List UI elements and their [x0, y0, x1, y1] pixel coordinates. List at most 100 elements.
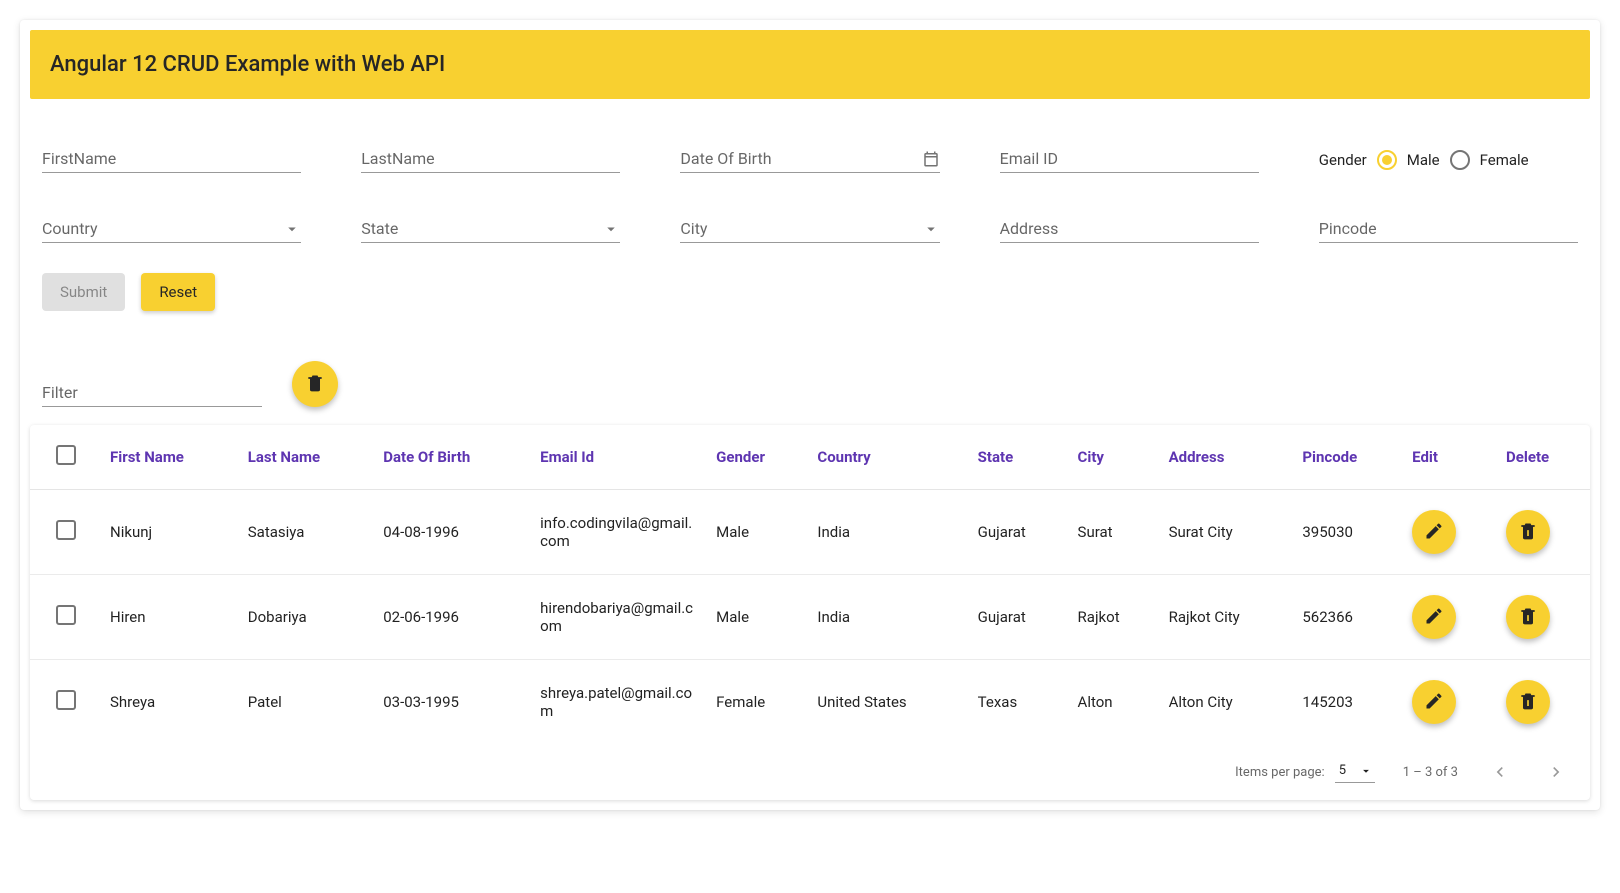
- city-select[interactable]: City: [680, 213, 939, 243]
- col-country[interactable]: Country: [807, 425, 967, 490]
- col-last-name[interactable]: Last Name: [238, 425, 373, 490]
- range-label: 1 – 3 of 3: [1403, 765, 1458, 780]
- dob-field[interactable]: Date Of Birth: [680, 143, 939, 173]
- col-dob[interactable]: Date Of Birth: [373, 425, 530, 490]
- gender-label: Gender: [1319, 151, 1367, 169]
- cell-first-name: Hiren: [100, 575, 238, 660]
- dob-label: Date Of Birth: [680, 149, 771, 168]
- email-field[interactable]: Email ID: [1000, 143, 1259, 173]
- chevron-down-icon: [283, 220, 301, 238]
- paginator: Items per page: 5 1 – 3 of 3: [30, 744, 1590, 800]
- cell-city: Alton: [1068, 660, 1159, 745]
- col-first-name[interactable]: First Name: [100, 425, 238, 490]
- cell-country: India: [807, 490, 967, 575]
- col-edit: Edit: [1402, 425, 1496, 490]
- page-size-section: Items per page: 5: [1235, 761, 1375, 783]
- cell-state: Gujarat: [968, 490, 1068, 575]
- select-all-checkbox[interactable]: [56, 445, 76, 465]
- edit-row-button[interactable]: [1412, 595, 1456, 639]
- country-label: Country: [42, 219, 98, 238]
- trash-icon: [1518, 521, 1538, 544]
- filter-label: Filter: [42, 383, 78, 402]
- header-bar: Angular 12 CRUD Example with Web API: [30, 30, 1590, 99]
- form-buttons: Submit Reset: [22, 263, 1598, 341]
- country-select[interactable]: Country: [42, 213, 301, 243]
- reset-button[interactable]: Reset: [141, 273, 215, 311]
- cell-address: Surat City: [1159, 490, 1293, 575]
- last-name-field[interactable]: LastName: [361, 143, 620, 173]
- submit-button: Submit: [42, 273, 125, 311]
- delete-row-button[interactable]: [1506, 680, 1550, 724]
- cell-pincode: 145203: [1292, 660, 1402, 745]
- pincode-field[interactable]: Pincode: [1319, 213, 1578, 243]
- cell-dob: 03-03-1995: [373, 660, 530, 745]
- col-pincode[interactable]: Pincode: [1292, 425, 1402, 490]
- cell-first-name: Nikunj: [100, 490, 238, 575]
- pencil-icon: [1424, 606, 1444, 629]
- first-name-field[interactable]: FirstName: [42, 143, 301, 173]
- chevron-down-icon: [922, 220, 940, 238]
- data-table: First Name Last Name Date Of Birth Email…: [30, 425, 1590, 800]
- address-label: Address: [1000, 219, 1059, 238]
- gender-male-label: Male: [1407, 151, 1440, 169]
- state-label: State: [361, 219, 398, 238]
- pencil-icon: [1424, 521, 1444, 544]
- col-email[interactable]: Email Id: [530, 425, 706, 490]
- page-title: Angular 12 CRUD Example with Web API: [50, 52, 1570, 77]
- address-field[interactable]: Address: [1000, 213, 1259, 243]
- page-size-value: 5: [1339, 763, 1346, 778]
- chevron-right-icon: [1546, 762, 1566, 782]
- chevron-down-icon: [1359, 764, 1373, 778]
- col-city[interactable]: City: [1068, 425, 1159, 490]
- pincode-label: Pincode: [1319, 219, 1377, 238]
- gender-group: Gender Male Female: [1319, 143, 1578, 173]
- edit-row-button[interactable]: [1412, 680, 1456, 724]
- col-address[interactable]: Address: [1159, 425, 1293, 490]
- col-delete: Delete: [1496, 425, 1590, 490]
- chevron-left-icon: [1490, 762, 1510, 782]
- cell-pincode: 562366: [1292, 575, 1402, 660]
- cell-gender: Male: [706, 575, 807, 660]
- cell-state: Gujarat: [968, 575, 1068, 660]
- table-row: NikunjSatasiya04-08-1996info.codingvila@…: [30, 490, 1590, 575]
- cell-dob: 02-06-1996: [373, 575, 530, 660]
- page-size-select[interactable]: 5: [1335, 761, 1375, 783]
- gender-male-radio[interactable]: [1377, 150, 1397, 170]
- cell-country: United States: [807, 660, 967, 745]
- bulk-delete-button[interactable]: [292, 361, 338, 407]
- cell-city: Rajkot: [1068, 575, 1159, 660]
- cell-state: Texas: [968, 660, 1068, 745]
- cell-dob: 04-08-1996: [373, 490, 530, 575]
- delete-row-button[interactable]: [1506, 595, 1550, 639]
- cell-address: Alton City: [1159, 660, 1293, 745]
- cell-address: Rajkot City: [1159, 575, 1293, 660]
- gender-female-label: Female: [1480, 151, 1529, 169]
- gender-female-radio[interactable]: [1450, 150, 1470, 170]
- calendar-icon[interactable]: [922, 150, 940, 168]
- pencil-icon: [1424, 691, 1444, 714]
- cell-first-name: Shreya: [100, 660, 238, 745]
- cell-last-name: Dobariya: [238, 575, 373, 660]
- row-checkbox[interactable]: [56, 520, 76, 540]
- next-page-button[interactable]: [1542, 758, 1570, 786]
- filter-input[interactable]: Filter: [42, 377, 262, 407]
- cell-gender: Female: [706, 660, 807, 745]
- chevron-down-icon: [602, 220, 620, 238]
- delete-row-button[interactable]: [1506, 510, 1550, 554]
- table-header-row: First Name Last Name Date Of Birth Email…: [30, 425, 1590, 490]
- col-state[interactable]: State: [968, 425, 1068, 490]
- trash-icon: [1518, 691, 1538, 714]
- col-gender[interactable]: Gender: [706, 425, 807, 490]
- prev-page-button[interactable]: [1486, 758, 1514, 786]
- table-row: HirenDobariya02-06-1996hirendobariya@gma…: [30, 575, 1590, 660]
- trash-icon: [1518, 606, 1538, 629]
- form-grid: FirstName LastName Date Of Birth Email I…: [22, 107, 1598, 263]
- row-checkbox[interactable]: [56, 605, 76, 625]
- row-checkbox[interactable]: [56, 690, 76, 710]
- filter-row: Filter: [22, 341, 1598, 417]
- state-select[interactable]: State: [361, 213, 620, 243]
- edit-row-button[interactable]: [1412, 510, 1456, 554]
- cell-email: hirendobariya@gmail.com: [530, 575, 706, 660]
- last-name-label: LastName: [361, 149, 434, 168]
- city-label: City: [680, 219, 707, 238]
